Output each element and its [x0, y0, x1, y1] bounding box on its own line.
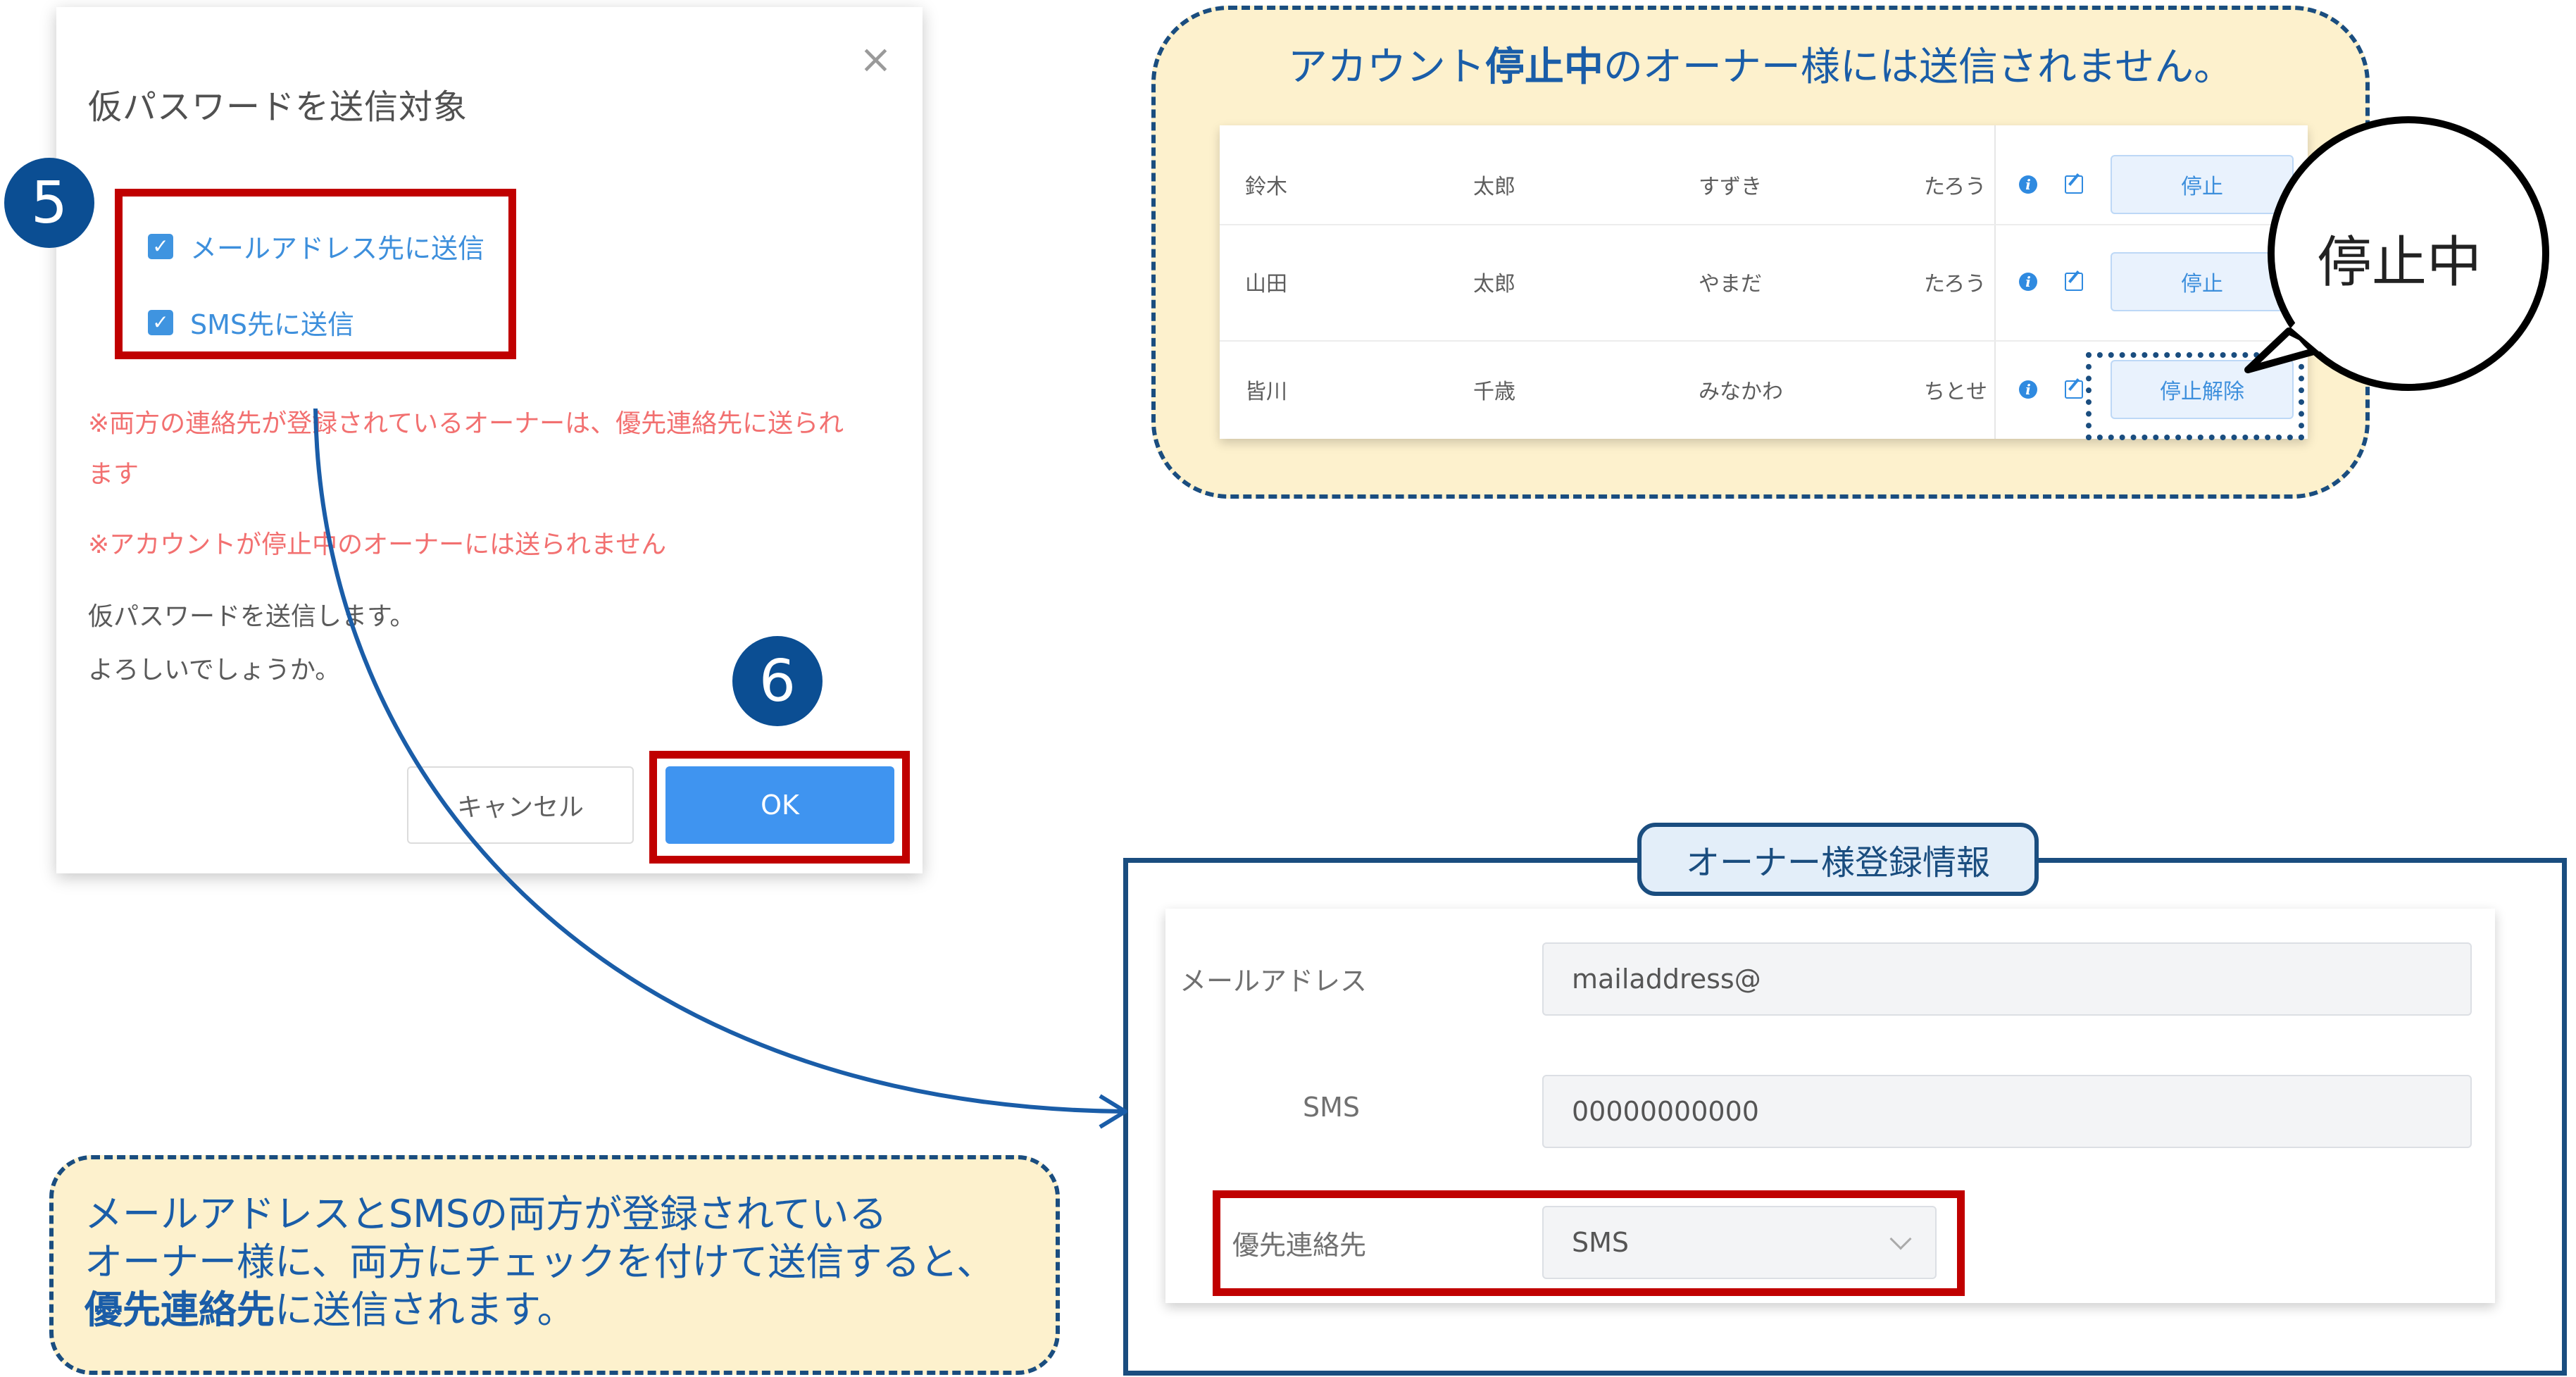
connector-arrow: [313, 408, 1127, 1129]
connector-arrow-line: [313, 408, 1124, 1114]
